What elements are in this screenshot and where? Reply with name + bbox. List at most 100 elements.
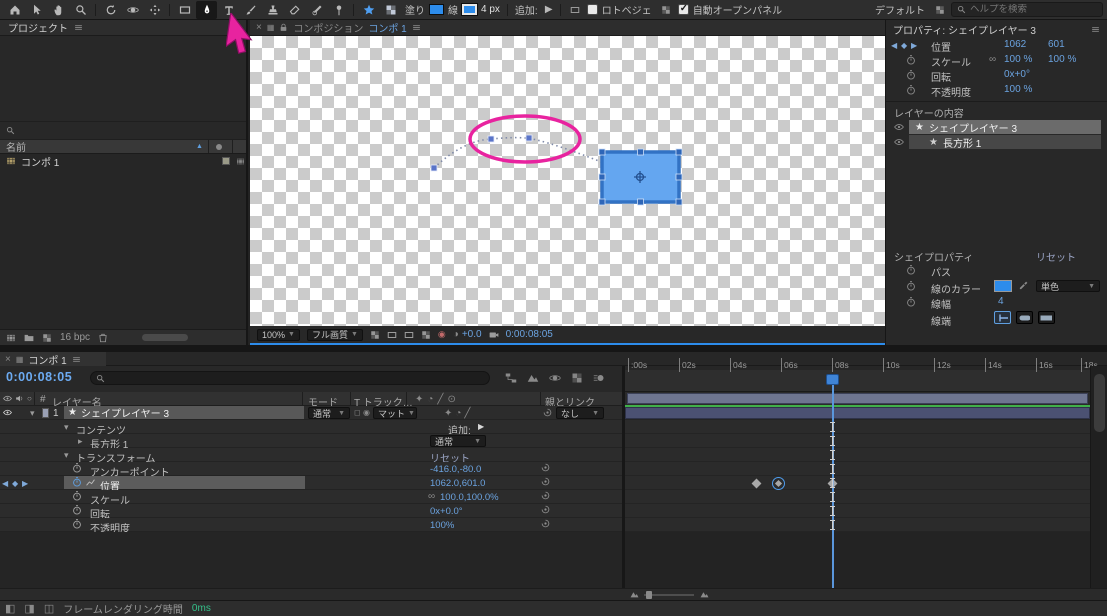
opacity-value[interactable]: 100 % xyxy=(1004,84,1032,95)
stopwatch-icon[interactable] xyxy=(906,55,916,65)
composition-tab-name[interactable]: コンポ 1 xyxy=(368,20,406,35)
project-search-input[interactable] xyxy=(20,123,220,138)
close-tab-button[interactable]: × xyxy=(5,354,11,365)
timeline-pane-divider[interactable] xyxy=(622,366,625,588)
previous-keyframe-icon[interactable]: ◀ xyxy=(2,479,8,488)
track-row[interactable] xyxy=(625,434,1090,448)
add-property-button[interactable]: ▶ xyxy=(478,422,484,431)
help-search-box[interactable] xyxy=(951,2,1103,17)
panel-menu-icon[interactable] xyxy=(1091,25,1100,34)
interpret-footage-icon[interactable] xyxy=(6,333,16,343)
pick-whip-icon[interactable] xyxy=(541,477,550,486)
time-ruler[interactable] xyxy=(625,370,1090,392)
stopwatch-icon[interactable] xyxy=(72,505,82,515)
rectangle-tool-icon[interactable] xyxy=(174,1,195,19)
toggle-pane-icon-1[interactable]: ◧ xyxy=(5,602,15,615)
eye-icon[interactable] xyxy=(3,408,12,417)
twirl-right-icon[interactable]: ▸ xyxy=(78,436,83,447)
reset-button[interactable]: リセット xyxy=(1036,249,1076,264)
stopwatch-icon[interactable] xyxy=(72,463,82,473)
graph-editor-icon[interactable] xyxy=(86,478,95,487)
anchor-point-value[interactable]: -416.0,-80.0 xyxy=(430,464,481,475)
row-anchor-point[interactable]: アンカーポイント -416.0,-80.0 xyxy=(0,462,622,476)
hide-shy-layers-icon[interactable] xyxy=(549,372,561,384)
scale-value[interactable]: 100.0,100.0% xyxy=(440,492,499,503)
fill-color-swatch[interactable] xyxy=(429,4,444,15)
twirl-down-icon[interactable]: ▾ xyxy=(30,408,35,419)
timeline-empty-area[interactable] xyxy=(0,532,622,588)
zoom-slider-thumb[interactable] xyxy=(646,591,652,599)
next-keyframe-icon[interactable]: ▶ xyxy=(911,41,917,50)
opacity-value[interactable]: 100% xyxy=(430,520,454,531)
stroke-width-value[interactable]: 4 xyxy=(998,296,1004,307)
pick-whip-icon[interactable] xyxy=(541,491,550,500)
position-y-value[interactable]: 601 xyxy=(1048,39,1065,50)
stopwatch-icon[interactable] xyxy=(906,85,916,95)
snapshot-camera-icon[interactable] xyxy=(489,330,499,340)
timeline-tab-label[interactable]: コンポ 1 xyxy=(28,352,66,367)
keyframe-diamond-icon[interactable]: ◆ xyxy=(901,41,907,50)
stroke-label[interactable]: 線 xyxy=(448,2,458,17)
color-depth-button[interactable]: 16 bpc xyxy=(60,332,90,343)
hand-tool-icon[interactable] xyxy=(48,1,69,19)
eyedropper-icon[interactable] xyxy=(1018,281,1028,291)
name-column-header[interactable]: 名前 xyxy=(6,139,26,154)
contents-item-label[interactable]: シェイプレイヤー 3 xyxy=(929,120,1017,135)
row-position[interactable]: ◀ ◆ ▶ 位置 1062.0,601.0 xyxy=(0,476,622,490)
current-timecode[interactable]: 0:00:08:05 xyxy=(6,370,72,384)
toggle-pane-icon-3[interactable]: ◫ xyxy=(44,602,54,615)
workspace-selector[interactable]: デフォルト xyxy=(875,2,925,17)
zoom-in-mountain-icon[interactable] xyxy=(700,590,709,599)
contents-item-shape-layer[interactable]: ★ シェイプレイヤー 3 xyxy=(886,120,1107,135)
stroke-type-dropdown[interactable]: 単色▼ xyxy=(1036,280,1100,292)
link-dimensions-icon[interactable]: ∞ xyxy=(989,54,996,65)
pick-whip-icon[interactable] xyxy=(541,519,550,528)
selected-keyframe-icon[interactable] xyxy=(772,477,785,490)
layer-switches-icons[interactable]: ✦◔╱ xyxy=(444,408,473,419)
timeline-scrollbar[interactable] xyxy=(1090,366,1107,588)
link-dimensions-icon[interactable]: ∞ xyxy=(428,491,435,502)
exposure-value[interactable]: +0.0 xyxy=(462,329,482,340)
orbit-camera-tool-icon[interactable] xyxy=(122,1,143,19)
layer-duration-bar[interactable] xyxy=(625,407,1090,419)
position-x-value[interactable]: 1062 xyxy=(1004,39,1026,50)
magnification-dropdown[interactable]: 100%▼ xyxy=(257,329,300,341)
home-icon[interactable] xyxy=(4,1,25,19)
rotobezier-checkbox[interactable] xyxy=(587,4,598,15)
project-item-label[interactable]: コンポ 1 xyxy=(21,154,59,169)
panel-divider[interactable] xyxy=(0,345,1107,352)
composition-tab-prefix[interactable]: コンポジション xyxy=(293,20,363,35)
pick-whip-icon[interactable] xyxy=(543,408,552,417)
row-rectangle-1[interactable]: ▸ 長方形 1 通常▼ xyxy=(0,434,622,448)
stopwatch-icon[interactable] xyxy=(906,281,916,291)
timeline-search-input[interactable] xyxy=(109,371,439,386)
timeline-search-box[interactable] xyxy=(90,371,490,385)
region-of-interest-icon[interactable] xyxy=(404,330,414,340)
previous-keyframe-icon[interactable]: ◀ xyxy=(891,41,897,50)
stopwatch-icon-active[interactable] xyxy=(72,477,82,487)
track-row[interactable] xyxy=(625,462,1090,476)
track-row[interactable] xyxy=(625,518,1090,532)
pan-behind-tool-icon[interactable] xyxy=(144,1,165,19)
zoom-out-mountain-icon[interactable] xyxy=(630,590,639,599)
track-row[interactable] xyxy=(625,476,1090,490)
rotation-value[interactable]: 0x+0° xyxy=(1004,69,1030,80)
twirl-down-icon[interactable]: ▾ xyxy=(64,422,69,433)
resolution-dropdown[interactable]: フル画質▼ xyxy=(307,329,363,341)
panel-menu-icon[interactable] xyxy=(72,355,81,364)
stroke-color-swatch[interactable] xyxy=(994,280,1012,292)
rotate-tool-icon[interactable] xyxy=(100,1,121,19)
scale-x-value[interactable]: 100 % xyxy=(1004,54,1032,65)
auto-open-panel-label[interactable]: 自動オープンパネル xyxy=(693,2,782,17)
row-transform[interactable]: ▾ トランスフォーム リセット xyxy=(0,448,622,462)
eye-icon[interactable] xyxy=(894,137,904,147)
keyframe-diamond-icon[interactable]: ◆ xyxy=(12,479,18,488)
group-blend-mode-dropdown[interactable]: 通常▼ xyxy=(430,435,486,447)
clone-stamp-tool-icon[interactable] xyxy=(262,1,283,19)
label-column-icon[interactable] xyxy=(216,144,222,150)
panel-menu-icon[interactable] xyxy=(412,23,421,32)
stopwatch-icon[interactable] xyxy=(906,70,916,80)
rotobezier-label[interactable]: ロトベジェ xyxy=(602,2,652,17)
stroke-width-value[interactable]: 4 px xyxy=(481,4,500,15)
contents-item-rectangle[interactable]: ★ 長方形 1 xyxy=(886,135,1107,150)
